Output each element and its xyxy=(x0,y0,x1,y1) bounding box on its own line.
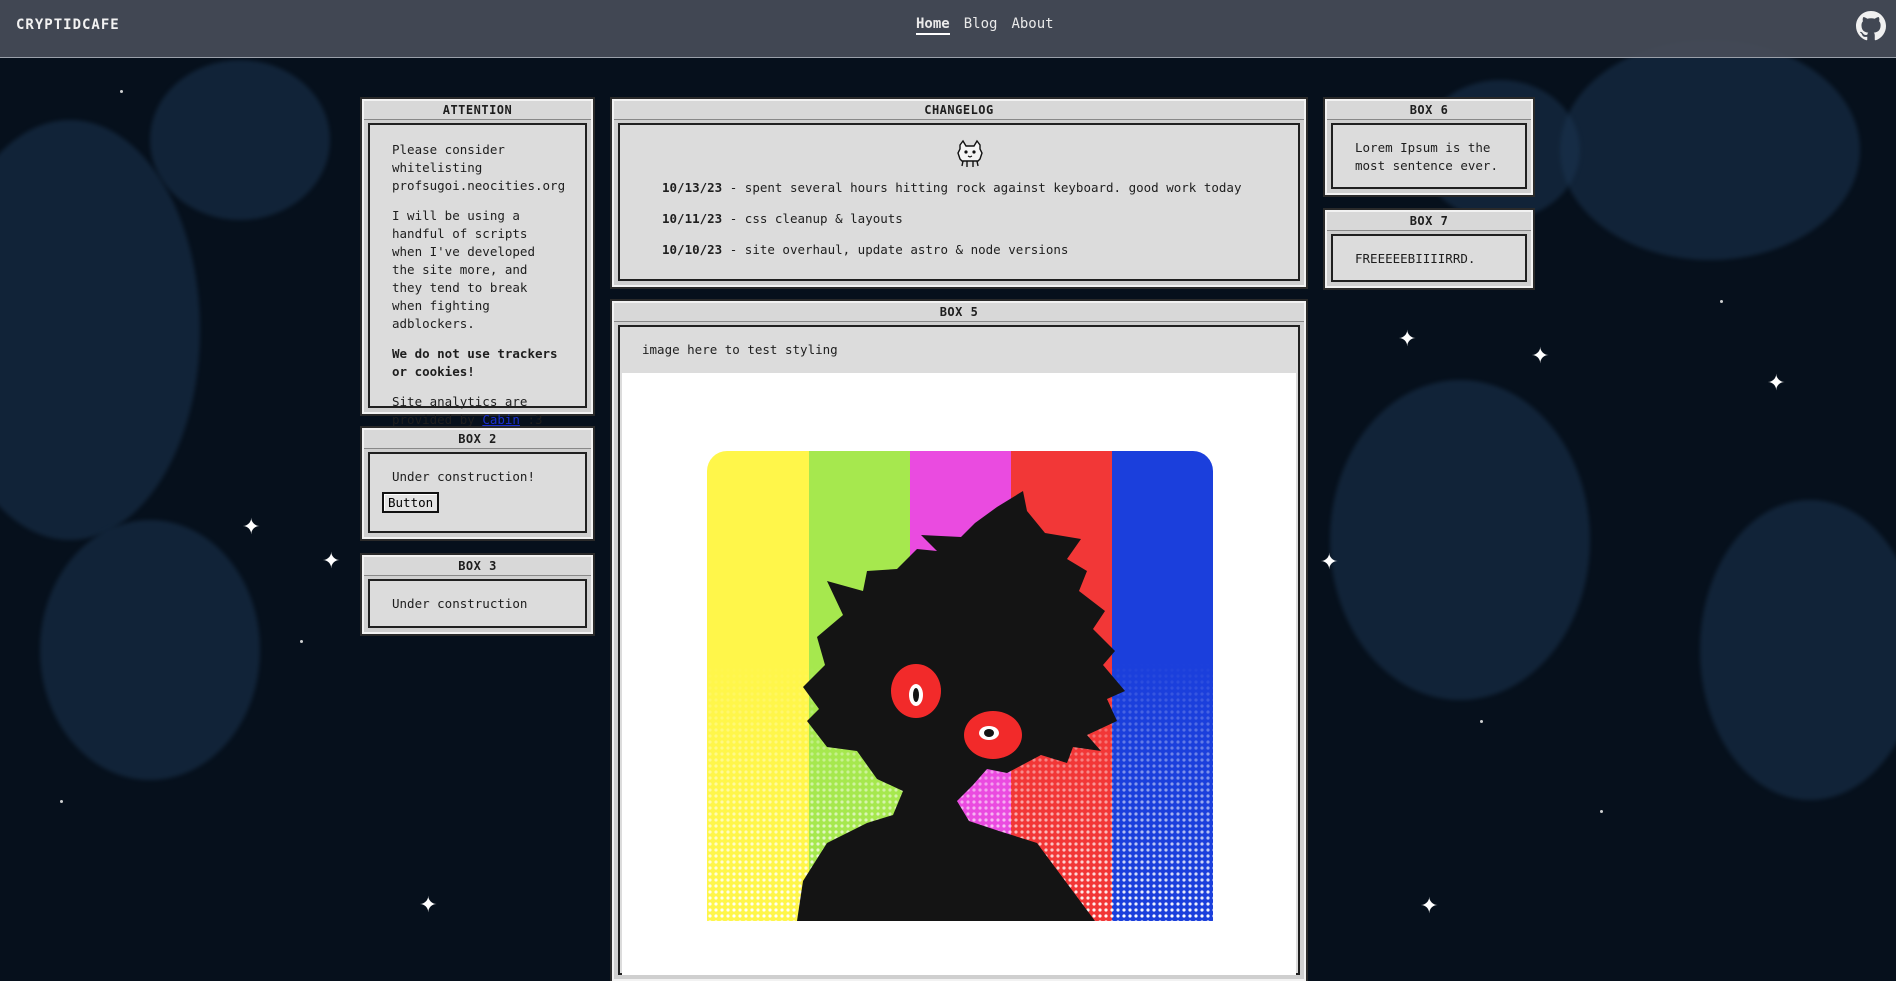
attention-whitelist-text: Please consider whitelisting profsugoi.n… xyxy=(392,142,566,193)
site-logo[interactable]: CRYPTIDCAFE xyxy=(16,17,120,33)
box6-title: BOX 6 xyxy=(1327,101,1531,120)
changelog-entry: 10/13/23 - spent several hours hitting r… xyxy=(662,180,1242,195)
cryptid-silhouette-color-bars-image xyxy=(707,451,1213,921)
attention-panel: ATTENTION Please consider whitelisting p… xyxy=(360,97,595,427)
cat-mascot-icon xyxy=(957,139,983,167)
box6-body: Lorem Ipsum is the most sentence ever. xyxy=(1331,123,1527,189)
box2-panel: BOX 2 Under construction! Button xyxy=(360,426,595,541)
box7-body: FREEEEEBIIIIRRD. xyxy=(1331,234,1527,282)
box3-title: BOX 3 xyxy=(364,557,591,576)
box2-button[interactable]: Button xyxy=(382,492,440,513)
top-navigation-bar: CRYPTIDCAFE Home Blog About xyxy=(0,0,1896,58)
box7-text: FREEEEEBIIIIRRD. xyxy=(1355,251,1476,266)
github-icon[interactable] xyxy=(1856,11,1886,41)
nav-blog-link[interactable]: Blog xyxy=(964,16,998,35)
attention-title: ATTENTION xyxy=(364,101,591,120)
cabin-link[interactable]: Cabin xyxy=(482,412,520,427)
box3-panel: BOX 3 Under construction xyxy=(360,553,595,636)
box2-body: Under construction! Button xyxy=(368,452,587,533)
changelog-entry: 10/11/23 - css cleanup & layouts xyxy=(662,211,903,226)
box6-text: Lorem Ipsum is the most sentence ever. xyxy=(1355,140,1498,173)
changelog-body: 10/13/23 - spent several hours hitting r… xyxy=(618,123,1300,281)
main-nav: Home Blog About xyxy=(916,16,1054,35)
box7-title: BOX 7 xyxy=(1327,212,1531,231)
changelog-title: CHANGELOG xyxy=(614,101,1304,120)
box3-body: Under construction xyxy=(368,579,587,628)
box5-caption: image here to test styling xyxy=(642,342,838,357)
box5-image-area xyxy=(622,373,1296,975)
changelog-entry: 10/10/23 - site overhaul, update astro &… xyxy=(662,242,1069,257)
changelog-panel: CHANGELOG 10/13/23 - spent several hours… xyxy=(610,97,1308,289)
nav-about-link[interactable]: About xyxy=(1011,16,1053,35)
box2-text: Under construction! xyxy=(392,469,535,484)
box3-text: Under construction xyxy=(392,596,528,611)
box7-panel: BOX 7 FREEEEEBIIIIRRD. xyxy=(1323,208,1535,290)
attention-analytics-text: Site analytics are provided by Cabin :3 xyxy=(392,394,543,427)
box2-title: BOX 2 xyxy=(364,430,591,449)
box5-title: BOX 5 xyxy=(614,303,1304,322)
attention-no-trackers-text: We do not use trackers or cookies! xyxy=(392,346,558,379)
attention-scripts-text: I will be using a handful of scripts whe… xyxy=(392,208,535,331)
box5-panel: BOX 5 image here to test styling xyxy=(610,299,1308,981)
box6-panel: BOX 6 Lorem Ipsum is the most sentence e… xyxy=(1323,97,1535,197)
attention-body: Please consider whitelisting profsugoi.n… xyxy=(368,123,587,427)
box5-body: image here to test styling xyxy=(618,325,1300,975)
nav-home-link[interactable]: Home xyxy=(916,16,950,35)
